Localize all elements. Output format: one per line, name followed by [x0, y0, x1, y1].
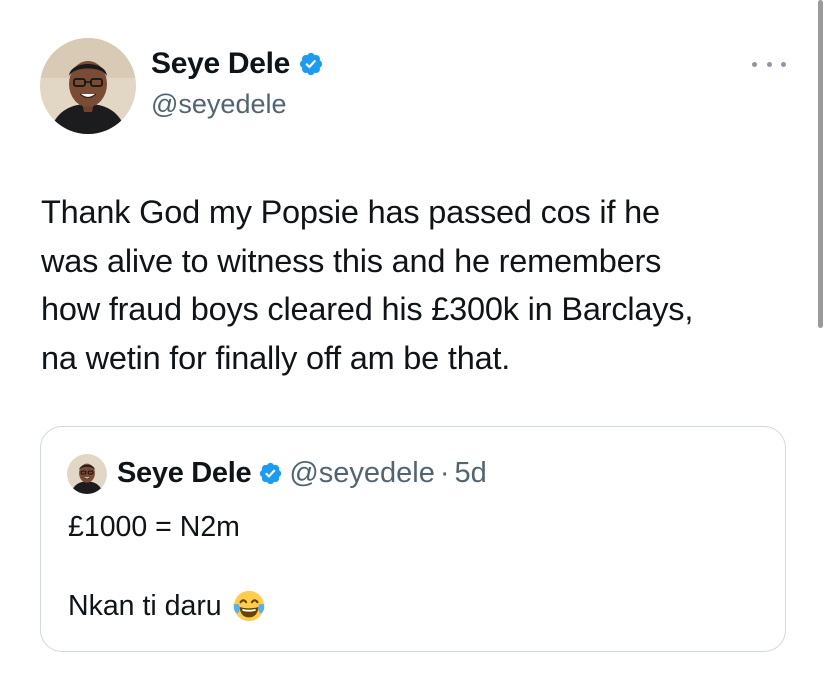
verified-badge-icon[interactable] — [298, 51, 324, 77]
author-handle[interactable]: @seyedele — [151, 89, 287, 120]
tweet-text-line: Thank God my Popsie has passed cos if he — [41, 194, 660, 230]
author-name[interactable]: Seye Dele — [151, 47, 290, 81]
more-dot — [752, 61, 757, 67]
more-dot — [766, 61, 772, 67]
separator-dot: · — [439, 457, 450, 489]
author-name-row: Seye Dele — [151, 47, 324, 81]
quoted-tweet-header: Seye Dele @seyedele · 5d — [117, 457, 487, 490]
scrollbar[interactable] — [818, 0, 823, 328]
quoted-tweet-timestamp[interactable]: 5d — [455, 457, 487, 490]
quoted-tweet-text-line: £1000 = N2m — [68, 511, 240, 543]
tweet-text-line: how fraud boys cleared his £300k in Barc… — [41, 291, 694, 327]
quoted-author-name[interactable]: Seye Dele — [117, 457, 252, 490]
tweet-text-line: was alive to witness this and he remembe… — [41, 242, 662, 279]
face-with-tears-of-joy-icon — [232, 589, 266, 623]
tweet-text-line: na wetin for finally off am be that. — [41, 339, 511, 376]
more-dot — [781, 61, 786, 67]
author-avatar[interactable] — [40, 38, 136, 134]
quoted-author-avatar[interactable] — [67, 454, 107, 494]
tweet-text: Thank God my Popsie has passed cos if he… — [41, 188, 811, 382]
quoted-tweet-text: Nkan ti daru — [68, 589, 222, 622]
tweet-view: Seye Dele @seyedele Thank God my Popsie … — [0, 0, 828, 687]
more-options-icon[interactable] — [752, 52, 786, 76]
verified-badge-icon — [258, 461, 283, 486]
quoted-author-handle[interactable]: @seyedele — [289, 457, 435, 490]
quoted-tweet[interactable]: Seye Dele @seyedele · 5d £1000 = N2m Nka… — [40, 426, 786, 652]
quoted-tweet-text-line-2: Nkan ti daru — [68, 589, 266, 623]
